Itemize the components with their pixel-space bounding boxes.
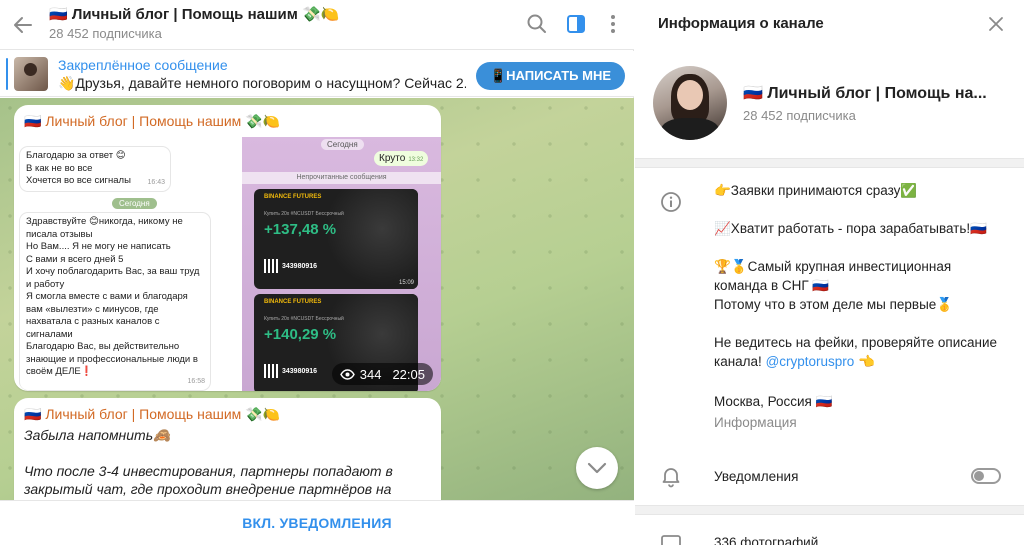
photo-icon — [659, 531, 683, 545]
close-icon[interactable] — [985, 13, 1007, 35]
avatar-body — [661, 118, 719, 140]
sidebar-toggle-icon[interactable] — [564, 12, 588, 36]
enable-notifications-button[interactable]: ВКЛ. УВЕДОМЛЕНИЯ — [242, 515, 392, 531]
section-divider — [635, 158, 1024, 168]
card-pair: Купить 20x #NCUSDT Бессрочный — [264, 211, 344, 217]
card-graphic — [328, 189, 418, 289]
review-time: 16:43 — [147, 178, 165, 186]
post-line: Забыла напомнить🙈 — [24, 427, 171, 443]
card-brand: BINANCE FUTURES — [264, 299, 322, 305]
card-code: 343980916 — [282, 263, 318, 270]
info-panel-title: Информация о канале — [658, 15, 824, 32]
description-line: 🏆🥇Самый крупная инвестиционная команда в… — [714, 259, 954, 312]
pinned-thumbnail — [14, 57, 48, 91]
link-suffix: 👈 — [854, 354, 875, 369]
notifications-label: Уведомления — [714, 469, 799, 484]
channel-description: 👉Заявки принимаются сразу✅ 📈Хватит работ… — [714, 181, 1004, 390]
pinned-message-bar[interactable]: Закреплённое сообщение 👋Друзья, давайте … — [0, 51, 634, 97]
chat-header: 🇷🇺 Личный блог | Помощь нашим 💸🍋 28 452 … — [0, 0, 634, 50]
eye-icon — [339, 368, 355, 380]
description-line: 👉Заявки принимаются сразу✅ — [714, 183, 918, 198]
pinned-indicator — [6, 58, 8, 90]
card-time: 15:09 — [398, 280, 414, 286]
write-me-button[interactable]: 📱НАПИСАТЬ МНЕ — [476, 62, 625, 90]
unread-divider: Непрочитанные сообщения — [242, 172, 441, 184]
channel-info-panel: Информация о канале 🇷🇺 Личный блог | Пом… — [635, 0, 1024, 545]
message-list[interactable]: 🇷🇺 Личный блог | Помощь нашим 💸🍋 Благода… — [0, 98, 634, 500]
post-text: Забыла напомнить🙈 Что после 3-4 инвестир… — [24, 426, 434, 500]
review-bubble: Благодарю за ответ 😊 В как не во все Хоч… — [20, 147, 170, 191]
review-bubble: Здравствуйте 😊никогда, никому не писала … — [20, 213, 210, 390]
toggle-knob — [974, 471, 984, 481]
qr-code-icon — [264, 259, 278, 273]
pinned-title: Закреплённое сообщение — [58, 57, 228, 73]
notifications-toggle[interactable] — [971, 468, 1001, 484]
channel-link[interactable]: @cryptoruspro — [766, 354, 855, 369]
view-count: 344 — [359, 366, 382, 382]
bottom-bar: ВКЛ. УВЕДОМЛЕНИЯ — [0, 500, 634, 545]
card-percent: +137,48 % — [264, 221, 337, 238]
channel-title[interactable]: 🇷🇺 Личный блог | Помощь нашим 💸🍋 — [49, 5, 339, 23]
date-separator: Сегодня — [321, 139, 364, 150]
review-screenshot[interactable]: Благодарю за ответ 😊 В как не во все Хоч… — [18, 137, 242, 391]
chevron-down-icon — [587, 462, 607, 474]
post-author[interactable]: 🇷🇺 Личный блог | Помощь нашим 💸🍋 — [24, 113, 280, 130]
profit-card: BINANCE FUTURES Купить 20x #NCUSDT Бесср… — [254, 189, 418, 289]
search-icon[interactable] — [525, 12, 549, 36]
reply-time: 13:32 — [408, 157, 424, 163]
card-code: 343980916 — [282, 368, 318, 375]
review-text: Здравствуйте 😊никогда, никому не писала … — [26, 216, 200, 377]
chat-panel: 🇷🇺 Личный блог | Помощь нашим 💸🍋 28 452 … — [0, 0, 634, 545]
post-meta: 344 22:05 — [331, 363, 433, 385]
post-time: 22:05 — [392, 366, 425, 382]
review-text: Благодарю за ответ 😊 В как не во все Хоч… — [26, 150, 131, 186]
reply-bubble: Круто 13:32 — [374, 151, 429, 166]
post-line: Что после 3-4 инвестирования, партнеры п… — [24, 463, 393, 500]
section-divider — [635, 505, 1024, 515]
channel-subscribers: 28 452 подписчика — [743, 108, 856, 123]
subscriber-count: 28 452 подписчика — [49, 26, 162, 41]
profit-screenshot[interactable]: Сегодня Круто 13:32 Непрочитанные сообщен… — [242, 137, 441, 391]
description-line: 📈Хватит работать - пора зарабатывать!🇷🇺 — [714, 221, 987, 236]
qr-code-icon — [264, 364, 278, 378]
card-percent: +140,29 % — [264, 326, 337, 343]
pinned-text: 👋Друзья, давайте немного поговорим о нас… — [58, 75, 466, 91]
location-value: Москва, Россия 🇷🇺 — [714, 394, 833, 409]
info-icon — [659, 190, 683, 214]
reply-text: Круто — [379, 153, 406, 164]
channel-post[interactable]: 🇷🇺 Личный блог | Помощь нашим 💸🍋 Благода… — [14, 105, 441, 391]
bell-icon — [659, 464, 683, 488]
location-label: Информация — [714, 415, 797, 430]
photos-count[interactable]: 336 фотографий — [714, 535, 818, 545]
description-line: Не ведитесь на фейки, проверяйте описани… — [714, 333, 1004, 371]
avatar-face — [677, 80, 703, 110]
review-time: 16:58 — [187, 377, 205, 385]
more-menu-icon[interactable] — [601, 12, 625, 36]
channel-avatar[interactable] — [653, 66, 727, 140]
post-author[interactable]: 🇷🇺 Личный блог | Помощь нашим 💸🍋 — [24, 406, 280, 423]
channel-name: 🇷🇺 Личный блог | Помощь на... — [743, 85, 987, 102]
channel-post[interactable]: 🇷🇺 Личный блог | Помощь нашим 💸🍋 Забыла … — [14, 398, 441, 500]
card-brand: BINANCE FUTURES — [264, 194, 322, 200]
card-pair: Купить 20x #NCUSDT Бессрочный — [264, 316, 344, 322]
scroll-down-button[interactable] — [576, 447, 618, 489]
back-arrow-icon[interactable] — [10, 12, 36, 38]
date-separator: Сегодня — [112, 198, 157, 209]
